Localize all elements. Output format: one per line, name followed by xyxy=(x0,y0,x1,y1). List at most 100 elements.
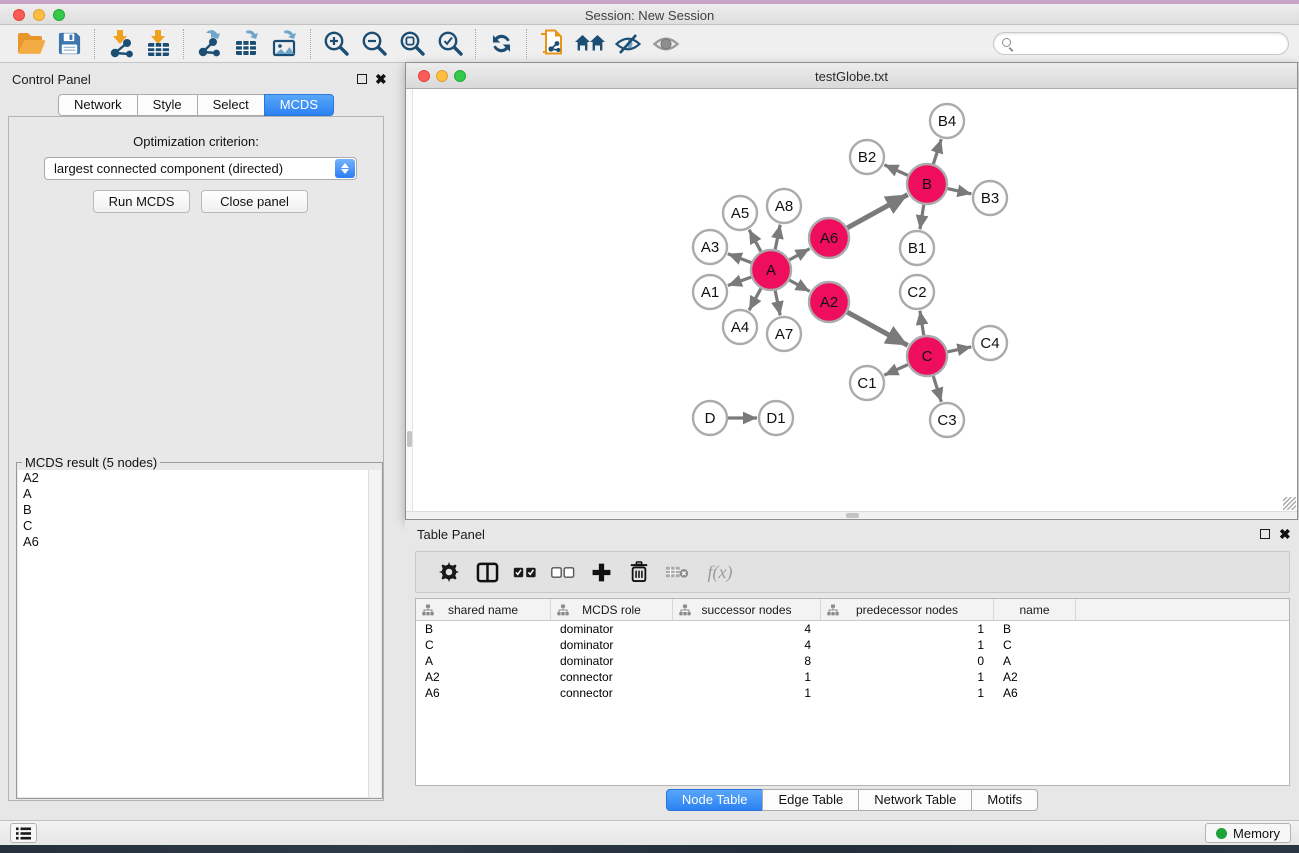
export-network-icon[interactable] xyxy=(190,28,228,60)
table-cell[interactable]: 1 xyxy=(673,669,821,685)
graph-edge-A-A3[interactable] xyxy=(728,254,752,263)
table-cell[interactable]: dominator xyxy=(551,637,673,653)
network-horizontal-scrollbar-thumb[interactable] xyxy=(846,513,859,518)
graph-edge-A-A2[interactable] xyxy=(789,280,809,291)
graph-edge-A-A8[interactable] xyxy=(775,225,780,250)
graph-edge-B-B4[interactable] xyxy=(933,139,941,164)
table-cell[interactable]: C xyxy=(416,637,551,653)
tab-edge-table[interactable]: Edge Table xyxy=(762,789,859,811)
table-cell[interactable]: connector xyxy=(551,685,673,701)
task-history-list-icon[interactable] xyxy=(10,823,37,843)
column-header-predecessor-nodes[interactable]: predecessor nodes xyxy=(821,599,994,620)
table-cell[interactable]: A2 xyxy=(416,669,551,685)
graph-edge-C-C3[interactable] xyxy=(933,376,941,402)
graph-edge-B-B1[interactable] xyxy=(920,205,924,229)
column-header-shared-name[interactable]: shared name xyxy=(416,599,551,620)
graph-edge-A2-C[interactable] xyxy=(847,312,907,345)
table-cell[interactable]: 8 xyxy=(673,653,821,669)
optimization-criterion-select[interactable]: largest connected component (directed) xyxy=(44,157,357,180)
table-cell[interactable]: B xyxy=(994,621,1076,637)
window-resize-grip[interactable] xyxy=(1283,497,1296,510)
table-cell[interactable]: connector xyxy=(551,669,673,685)
table-cell[interactable]: dominator xyxy=(551,621,673,637)
export-image-icon[interactable] xyxy=(266,28,304,60)
select-all-columns-icon[interactable] xyxy=(506,555,544,589)
save-session-icon[interactable] xyxy=(50,28,88,60)
table-cell[interactable]: A2 xyxy=(994,669,1076,685)
network-vertical-scrollbar-thumb[interactable] xyxy=(407,431,412,447)
split-panel-icon[interactable] xyxy=(468,555,506,589)
graph-edge-C-C4[interactable] xyxy=(948,347,972,352)
apply-preferred-layout-icon[interactable] xyxy=(482,28,520,60)
export-table-icon[interactable] xyxy=(228,28,266,60)
search-input[interactable] xyxy=(1016,34,1281,53)
tab-node-table[interactable]: Node Table xyxy=(666,789,764,811)
delete-table-icon[interactable] xyxy=(658,555,696,589)
graph-edge-C-C1[interactable] xyxy=(884,365,908,376)
mcds-list-scrollbar[interactable] xyxy=(368,470,381,797)
network-window-titlebar[interactable]: testGlobe.txt xyxy=(406,63,1297,89)
table-settings-gear-icon[interactable] xyxy=(430,555,468,589)
import-network-from-file-icon[interactable] xyxy=(101,28,139,60)
tab-network-table[interactable]: Network Table xyxy=(858,789,972,811)
tab-select[interactable]: Select xyxy=(197,94,265,116)
first-neighbors-of-selected-icon[interactable] xyxy=(571,28,609,60)
table-cell[interactable]: 4 xyxy=(673,637,821,653)
create-new-column-icon[interactable] xyxy=(582,555,620,589)
table-cell[interactable]: A6 xyxy=(416,685,551,701)
mcds-result-item[interactable]: A2 xyxy=(18,470,381,486)
mcds-result-item[interactable]: A xyxy=(18,486,381,502)
network-horizontal-scrollbar[interactable] xyxy=(406,511,1297,519)
hide-selected-eye-icon[interactable] xyxy=(609,28,647,60)
table-panel-float-icon[interactable] xyxy=(1260,529,1270,539)
graph-edge-A-A4[interactable] xyxy=(749,288,761,310)
table-row[interactable]: Adominator80A xyxy=(416,653,1289,669)
tab-motifs[interactable]: Motifs xyxy=(971,789,1038,811)
table-cell[interactable]: C xyxy=(994,637,1076,653)
table-cell[interactable]: 1 xyxy=(821,621,994,637)
graph-edge-A-A7[interactable] xyxy=(775,291,780,316)
graph-edge-A6-B[interactable] xyxy=(847,195,907,228)
run-mcds-button[interactable]: Run MCDS xyxy=(93,190,190,213)
column-header-name[interactable]: name xyxy=(994,599,1076,620)
mcds-result-item[interactable]: C xyxy=(18,518,381,534)
table-row[interactable]: A2connector11A2 xyxy=(416,669,1289,685)
zoom-selected-region-icon[interactable] xyxy=(431,28,469,60)
control-panel-float-icon[interactable] xyxy=(357,74,367,84)
table-cell[interactable]: A xyxy=(416,653,551,669)
table-cell[interactable]: dominator xyxy=(551,653,673,669)
table-cell[interactable]: 1 xyxy=(673,685,821,701)
table-cell[interactable]: 1 xyxy=(821,637,994,653)
table-cell[interactable]: 0 xyxy=(821,653,994,669)
new-network-from-selection-icon[interactable] xyxy=(533,28,571,60)
unselect-all-columns-icon[interactable] xyxy=(544,555,582,589)
tab-mcds[interactable]: MCDS xyxy=(264,94,334,116)
import-table-from-file-icon[interactable] xyxy=(139,28,177,60)
network-canvas[interactable]: AA1A2A3A4A5A6A7A8BB1B2B3B4CC1C2C3C4DD1 xyxy=(406,89,1297,511)
tab-network[interactable]: Network xyxy=(58,94,138,116)
graph-edge-A-A6[interactable] xyxy=(789,249,809,260)
column-header-mcds-role[interactable]: MCDS role xyxy=(551,599,673,620)
table-cell[interactable]: 1 xyxy=(821,685,994,701)
network-vertical-scrollbar[interactable] xyxy=(406,89,413,511)
graph-edge-C-C2[interactable] xyxy=(920,311,924,335)
control-panel-close-icon[interactable]: ✖ xyxy=(375,73,387,85)
delete-columns-icon[interactable] xyxy=(620,555,658,589)
table-row[interactable]: Cdominator41C xyxy=(416,637,1289,653)
show-all-eye-icon[interactable] xyxy=(647,28,685,60)
table-cell[interactable]: A xyxy=(994,653,1076,669)
table-cell[interactable]: 4 xyxy=(673,621,821,637)
graph-edge-A-A1[interactable] xyxy=(728,277,751,285)
graph-edge-B-B2[interactable] xyxy=(884,165,908,176)
close-panel-button[interactable]: Close panel xyxy=(201,190,308,213)
table-cell[interactable]: A6 xyxy=(994,685,1076,701)
mcds-result-item[interactable]: A6 xyxy=(18,534,381,550)
mcds-result-item[interactable]: B xyxy=(18,502,381,518)
table-row[interactable]: A6connector11A6 xyxy=(416,685,1289,701)
zoom-fit-content-icon[interactable] xyxy=(393,28,431,60)
search-field[interactable] xyxy=(993,32,1289,55)
column-header-successor-nodes[interactable]: successor nodes xyxy=(673,599,821,620)
open-file-icon[interactable] xyxy=(12,28,50,60)
tab-style[interactable]: Style xyxy=(137,94,198,116)
table-panel-close-icon[interactable]: ✖ xyxy=(1279,528,1291,540)
